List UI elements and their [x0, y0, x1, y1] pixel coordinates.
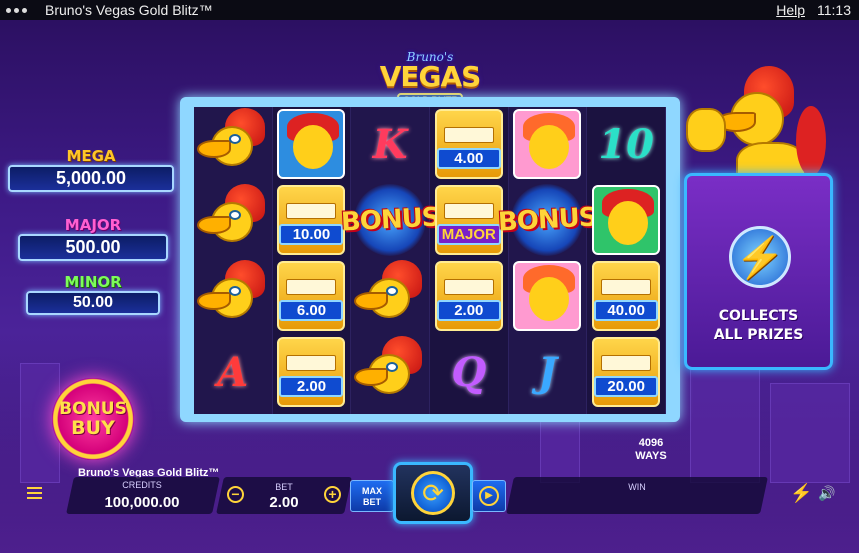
bonus-buy-button[interactable]: BONUS BUY — [52, 378, 134, 460]
ways-count: 4096 — [638, 437, 664, 449]
credits-value: 100,000.00 — [104, 494, 180, 511]
reel-2: 10.00 6.00 2.00 — [273, 107, 352, 414]
hen-symbol — [275, 107, 349, 181]
clock: 11:13 — [817, 2, 851, 18]
mega-label: MEGA — [66, 147, 116, 165]
reel-1: A — [194, 107, 273, 414]
credits-label: CREDITS — [122, 480, 162, 490]
window-title: Bruno's Vegas Gold Blitz™ — [45, 2, 213, 18]
ways-indicator: 4096 WAYS — [625, 437, 677, 463]
money-value: 20.00 — [594, 376, 659, 397]
money-symbol: 20.00 — [589, 335, 663, 409]
collects-line2: ALL PRIZES — [713, 327, 804, 343]
bet-value: 2.00 — [269, 494, 299, 511]
rooster-symbol — [196, 259, 270, 333]
reel-6: 10 40.00 20.00 — [587, 107, 666, 414]
major-jackpot-symbol: MAJOR — [432, 183, 506, 257]
letter-symbol-a: A — [217, 348, 249, 396]
money-symbol: 40.00 — [589, 259, 663, 333]
money-value: 10.00 — [279, 224, 344, 245]
bonus-symbol: BONUS — [498, 183, 597, 257]
sound-icon[interactable]: 🔊 — [818, 485, 835, 502]
reel-5: BONUS J — [498, 107, 597, 414]
reel-3: K BONUS — [340, 107, 440, 414]
major-value: 500.00 — [18, 234, 168, 261]
ways-label: WAYS — [635, 450, 667, 462]
rooster-symbol — [353, 259, 427, 333]
turbo-lightning-icon[interactable]: ⚡ — [790, 483, 812, 504]
collects-all-prizes-panel: ⚡ COLLECTS ALL PRIZES — [684, 173, 833, 370]
mega-value: 5,000.00 — [8, 165, 174, 192]
help-link[interactable]: Help — [776, 2, 805, 18]
money-value: 2.00 — [279, 376, 344, 397]
max-bet-line1: MAX — [362, 486, 382, 496]
money-value: 40.00 — [594, 300, 659, 321]
bet-label: BET — [275, 482, 293, 492]
hen-symbol — [511, 107, 585, 181]
menu-icon[interactable] — [27, 487, 42, 502]
money-value: 2.00 — [436, 300, 501, 321]
spin-arrows-icon: ⟳ — [411, 471, 455, 515]
bonus-buy-line1: BONUS — [59, 399, 127, 419]
reel-4: 4.00 MAJOR 2.00 Q — [430, 107, 509, 414]
more-options-icon[interactable] — [6, 7, 27, 13]
top-bar: Bruno's Vegas Gold Blitz™ Help 11:13 — [0, 0, 859, 20]
max-bet-line2: BET — [363, 497, 381, 507]
play-icon: ▶ — [479, 486, 499, 506]
money-value: 4.00 — [436, 148, 501, 169]
bonus-buy-line2: BUY — [71, 417, 115, 439]
rooster-symbol — [353, 335, 427, 409]
bonus-symbol: BONUS — [340, 183, 440, 257]
money-symbol: 2.00 — [432, 259, 506, 333]
mega-jackpot: MEGA 5,000.00 — [8, 147, 174, 192]
collects-line1: COLLECTS — [718, 308, 799, 324]
money-value: MAJOR — [436, 224, 501, 245]
money-value: 6.00 — [279, 300, 344, 321]
letter-symbol-10: 10 — [598, 120, 654, 168]
money-symbol: 6.00 — [275, 259, 349, 333]
money-symbol: 2.00 — [275, 335, 349, 409]
rooster-symbol — [196, 183, 270, 257]
hen-symbol — [511, 259, 585, 333]
increase-bet-button[interactable]: + — [324, 486, 341, 503]
win-label: WIN — [628, 482, 646, 492]
minor-jackpot: MINOR 50.00 — [26, 273, 160, 315]
letter-symbol-q: Q — [451, 348, 487, 396]
letter-symbol-k: K — [372, 120, 408, 168]
letter-symbol-j: J — [538, 348, 557, 396]
reel-grid[interactable]: A 10.00 6.00 2.00 K BONUS 4.00 MAJOR 2.0… — [194, 107, 666, 414]
logo-vegas: VEGAS — [379, 60, 482, 93]
money-symbol: 10.00 — [275, 183, 349, 257]
decrease-bet-button[interactable]: − — [227, 486, 244, 503]
minor-label: MINOR — [64, 273, 122, 291]
lightning-bolt-icon: ⚡ — [729, 226, 791, 288]
major-jackpot: MAJOR 500.00 — [18, 216, 168, 261]
money-symbol: 4.00 — [432, 107, 506, 181]
major-label: MAJOR — [64, 216, 122, 234]
minor-value: 50.00 — [26, 291, 160, 315]
hen-symbol — [589, 183, 663, 257]
rooster-symbol — [196, 107, 270, 181]
spin-button[interactable]: ⟳ — [393, 462, 473, 524]
max-bet-button[interactable]: MAX BET — [350, 480, 394, 512]
autoplay-button[interactable]: ▶ — [472, 480, 506, 512]
